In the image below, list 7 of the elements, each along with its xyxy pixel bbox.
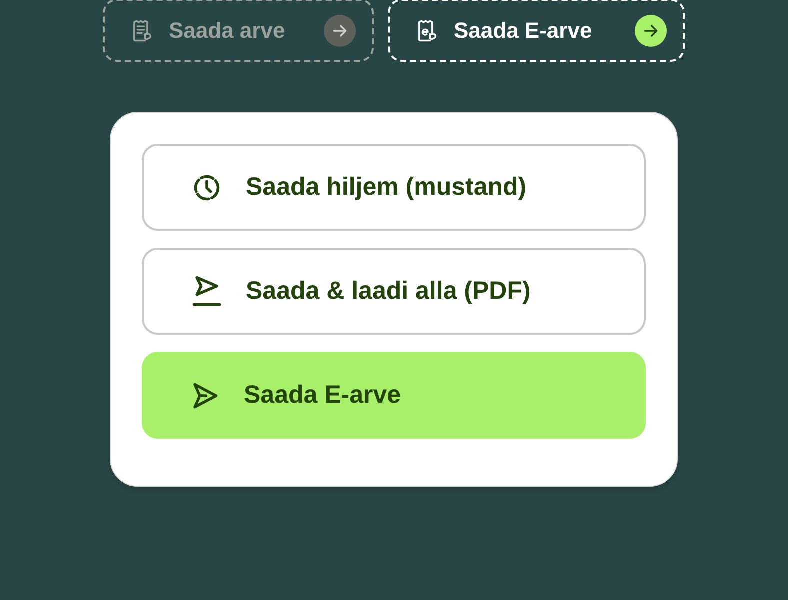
action-button[interactable]: Saada hiljem (mustand) [142, 144, 646, 231]
invoice-tab[interactable]: Saada E-arve [388, 0, 685, 62]
send-underline-icon [190, 274, 224, 308]
action-button[interactable]: Saada E-arve [142, 352, 646, 439]
action-button[interactable]: Saada & laadi alla (PDF) [142, 248, 646, 335]
clock-icon [192, 172, 222, 202]
invoice-tab[interactable]: Saada arve [103, 0, 374, 62]
